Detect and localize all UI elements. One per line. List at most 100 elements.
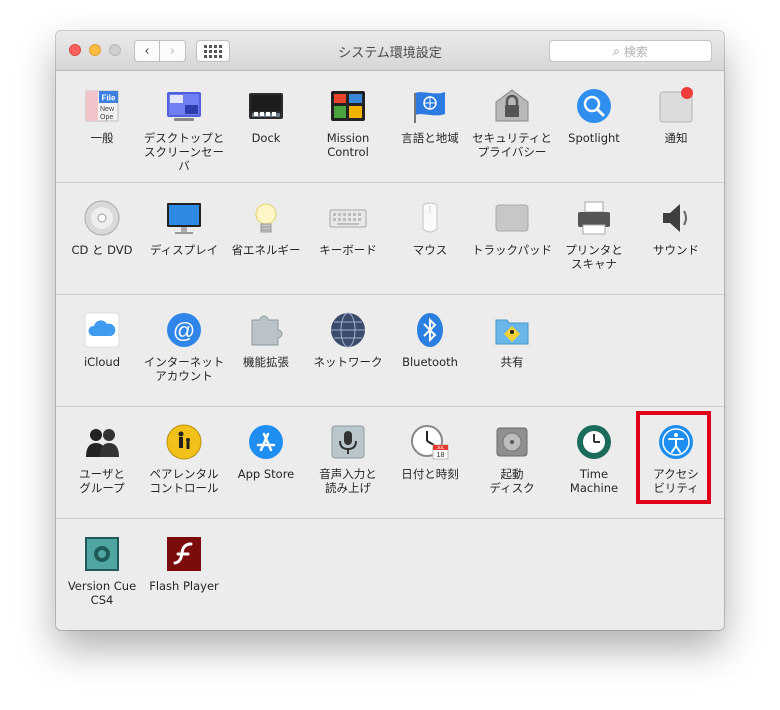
sound-icon: [657, 199, 695, 237]
startup-disk-icon: [493, 423, 531, 461]
pane-time-machine[interactable]: Time Machine: [553, 423, 635, 495]
pane-icloud[interactable]: iCloud: [61, 311, 143, 369]
svg-text:JUL: JUL: [436, 445, 444, 450]
pane-label: ペアレンタル コントロール: [149, 467, 219, 495]
printers-icon: [575, 199, 613, 237]
preference-pane-grid: File New Ope 一般 デスクトップと スクリーンセーバ Dock Mission Co…: [56, 71, 724, 630]
pane-label: 音声入力と 読み上げ: [319, 467, 377, 495]
app-store-icon: [247, 423, 285, 461]
pane-notifications[interactable]: 通知: [635, 87, 717, 145]
pane-label: インターネット アカウント: [143, 355, 225, 383]
pane-sound[interactable]: サウンド: [635, 199, 717, 257]
svg-text:New: New: [100, 106, 115, 113]
pane-extensions[interactable]: 機能拡張: [225, 311, 307, 369]
pane-label: ネットワーク: [313, 355, 383, 369]
pane-app-store[interactable]: App Store: [225, 423, 307, 481]
pane-printers[interactable]: プリンタと スキャナ: [553, 199, 635, 271]
search-field[interactable]: ⌕ 検索: [549, 40, 712, 62]
pane-desktop[interactable]: デスクトップと スクリーンセーバ: [143, 87, 225, 173]
pane-row: iCloud @ インターネット アカウント 機能拡張 ネットワーク Bluetooth 共有: [56, 295, 724, 407]
pane-label: セキュリティと プライバシー: [472, 131, 552, 159]
pane-dictation[interactable]: 音声入力と 読み上げ: [307, 423, 389, 495]
pane-row: ユーザと グループ ペアレンタル コントロール App Store 音声入力と 読み上げ JU…: [56, 407, 724, 519]
pane-label: 日付と時刻: [401, 467, 459, 481]
svg-text:18: 18: [437, 452, 445, 459]
pane-bluetooth[interactable]: Bluetooth: [389, 311, 471, 369]
pane-date-time[interactable]: JUL 18 日付と時刻: [389, 423, 471, 481]
minimize-button[interactable]: [89, 44, 101, 56]
pane-trackpad[interactable]: トラックパッド: [471, 199, 553, 257]
date-time-icon: JUL 18: [411, 423, 449, 461]
pane-label: マウス: [412, 243, 448, 257]
pane-label: トラックパッド: [472, 243, 552, 257]
pane-label: 通知: [664, 131, 688, 145]
zoom-button[interactable]: [109, 44, 121, 56]
window-title: システム環境設定: [338, 46, 442, 61]
pane-label: 起動 ディスク: [489, 467, 535, 495]
pane-version-cue[interactable]: Version Cue CS4: [61, 535, 143, 607]
pane-label: 一般: [90, 131, 114, 145]
flash-icon: [165, 535, 203, 573]
pane-label: Version Cue CS4: [67, 579, 137, 607]
show-all-button[interactable]: [196, 40, 230, 62]
pane-row: File New Ope 一般 デスクトップと スクリーンセーバ Dock Mission Co…: [56, 71, 724, 183]
version-cue-icon: [83, 535, 121, 573]
pane-mission-control[interactable]: Mission Control: [307, 87, 389, 159]
pane-label: Mission Control: [326, 131, 370, 159]
pane-label: 言語と地域: [401, 131, 459, 145]
pane-network[interactable]: ネットワーク: [307, 311, 389, 369]
energy-icon: [247, 199, 285, 237]
general-icon: File New Ope: [83, 87, 121, 125]
parental-icon: [165, 423, 203, 461]
keyboard-icon: [329, 199, 367, 237]
pane-label: 機能拡張: [243, 355, 289, 369]
displays-icon: [165, 199, 203, 237]
svg-text:File: File: [102, 94, 116, 103]
pane-label: サウンド: [653, 243, 699, 257]
pane-label: デスクトップと スクリーンセーバ: [143, 131, 225, 173]
sharing-icon: [493, 311, 531, 349]
pane-label: プリンタと スキャナ: [565, 243, 623, 271]
pane-startup-disk[interactable]: 起動 ディスク: [471, 423, 553, 495]
forward-button[interactable]: ›: [160, 40, 186, 62]
spotlight-icon: [575, 87, 613, 125]
pane-spotlight[interactable]: Spotlight: [553, 87, 635, 145]
pane-label: Flash Player: [149, 579, 219, 593]
pane-label: CD と DVD: [71, 243, 133, 257]
pane-displays[interactable]: ディスプレイ: [143, 199, 225, 257]
svg-text:Ope: Ope: [100, 114, 113, 121]
pane-cd-dvd[interactable]: CD と DVD: [61, 199, 143, 257]
pane-general[interactable]: File New Ope 一般: [61, 87, 143, 145]
navigation-buttons: ‹ ›: [134, 40, 186, 62]
back-button[interactable]: ‹: [134, 40, 160, 62]
pane-internet-accounts[interactable]: @ インターネット アカウント: [143, 311, 225, 383]
pane-flash[interactable]: Flash Player: [143, 535, 225, 593]
pane-keyboard[interactable]: キーボード: [307, 199, 389, 257]
close-button[interactable]: [69, 44, 81, 56]
pane-row: Version Cue CS4 Flash Player: [56, 519, 724, 630]
notifications-icon: [657, 87, 695, 125]
pane-energy[interactable]: 省エネルギー: [225, 199, 307, 257]
pane-label: iCloud: [83, 355, 121, 369]
mission-control-icon: [329, 87, 367, 125]
selection-highlight: [636, 411, 711, 504]
dock-icon: [247, 87, 285, 125]
pane-parental[interactable]: ペアレンタル コントロール: [143, 423, 225, 495]
pane-label: Spotlight: [568, 131, 620, 145]
pane-language[interactable]: 言語と地域: [389, 87, 471, 145]
pane-users[interactable]: ユーザと グループ: [61, 423, 143, 495]
pane-sharing[interactable]: 共有: [471, 311, 553, 369]
network-icon: [329, 311, 367, 349]
pane-dock[interactable]: Dock: [225, 87, 307, 145]
users-icon: [83, 423, 121, 461]
pane-label: Dock: [251, 131, 281, 145]
system-preferences-window: ‹ › システム環境設定 ⌕ 検索 File New Ope 一般 デスクトップと スクリ…: [56, 31, 724, 630]
pane-label: Bluetooth: [402, 355, 458, 369]
cd-dvd-icon: [83, 199, 121, 237]
search-placeholder: 検索: [623, 44, 648, 59]
pane-row: CD と DVD ディスプレイ 省エネルギー キーボード マウス トラックパッド プリンタと…: [56, 183, 724, 295]
pane-security[interactable]: セキュリティと プライバシー: [471, 87, 553, 159]
pane-label: 省エネルギー: [231, 243, 301, 257]
pane-mouse[interactable]: マウス: [389, 199, 471, 257]
language-icon: [411, 87, 449, 125]
